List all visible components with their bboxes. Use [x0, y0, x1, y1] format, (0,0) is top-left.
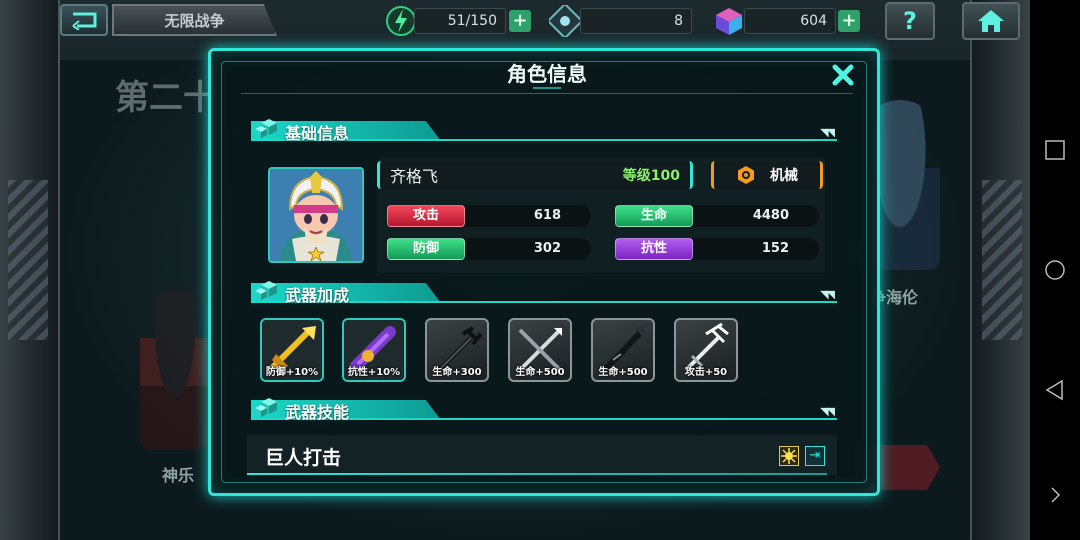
- help-button[interactable]: ?: [885, 2, 935, 40]
- stat-label: 攻击: [387, 205, 465, 227]
- back-triangle-icon[interactable]: [1044, 379, 1066, 401]
- home-icon: [978, 10, 1004, 32]
- close-button[interactable]: [828, 60, 858, 90]
- system-nav-bar: [1030, 0, 1080, 540]
- energy-icon: [384, 4, 418, 38]
- token-icon: [548, 4, 582, 38]
- weapon-bonus-header: 武器加成 ◥◥: [251, 281, 837, 305]
- back-arrow-icon: [72, 12, 97, 30]
- home-circle-icon[interactable]: [1044, 259, 1066, 281]
- weapon-slot-6[interactable]: 攻击+50: [674, 318, 738, 382]
- stat-label: 防御: [387, 238, 465, 260]
- character-info-dialog: 角色信息 基础信息 ◥◥ 齐格飞 等级100 机械 攻击 618 生命 4480…: [208, 48, 880, 496]
- weapon-slot-5[interactable]: 生命+500: [591, 318, 655, 382]
- weapon-slot-3[interactable]: 生命+300: [425, 318, 489, 382]
- weapon-bonus: 抗性+10%: [347, 367, 401, 378]
- basic-info-header: 基础信息 ◥◥: [251, 119, 837, 143]
- double-chevron-icon: ◥◥: [820, 288, 835, 301]
- weapon-bonus: 防御+10%: [265, 367, 319, 378]
- add-energy-button[interactable]: +: [509, 10, 531, 32]
- character-name: 齐格飞: [390, 167, 439, 186]
- weapon-bonus: 攻击+50: [684, 367, 728, 378]
- right-hazard-stripes: [982, 180, 1022, 340]
- token-counter: 8: [580, 8, 692, 34]
- stat-value: 618: [533, 208, 561, 223]
- stat-label: 抗性: [615, 238, 693, 260]
- stat-attack: 攻击 618: [387, 205, 591, 227]
- cube-stack-icon: [255, 281, 277, 300]
- stat-value: 4480: [752, 208, 789, 223]
- character-level: 等级100: [622, 168, 680, 184]
- weapon-bonus: 生命+500: [598, 367, 648, 378]
- weapon-bonus: 生命+500: [515, 367, 565, 378]
- back-button[interactable]: [60, 4, 108, 36]
- section-label: 基础信息: [285, 124, 350, 143]
- dialog-title: 角色信息: [507, 62, 587, 86]
- home-button[interactable]: [962, 2, 1020, 40]
- weapon-slot-2[interactable]: 抗性+10%: [342, 318, 406, 382]
- title-decoration: [533, 87, 561, 89]
- weapon-slot-4[interactable]: 生命+500: [508, 318, 572, 382]
- energy-counter: 51/150: [414, 8, 506, 34]
- section-label: 武器加成: [285, 286, 350, 305]
- skill-burst-icon[interactable]: [779, 446, 799, 466]
- stat-resistance: 抗性 152: [615, 238, 819, 260]
- skill-detail-arrow-icon[interactable]: ⇥: [805, 446, 825, 466]
- cube-stack-icon: [255, 119, 277, 138]
- close-icon: [832, 64, 854, 86]
- weapon-bonus: 生命+300: [432, 367, 482, 378]
- add-gems-button[interactable]: +: [838, 10, 860, 32]
- skill-row[interactable]: 巨人打击 ⇥: [247, 435, 837, 475]
- left-hazard-stripes: [8, 180, 48, 340]
- left-hero-name: 神乐: [162, 466, 195, 485]
- left-hero-figure[interactable]: [140, 290, 210, 450]
- stat-defense: 防御 302: [387, 238, 591, 260]
- character-name-bar: 齐格飞 等级100: [377, 161, 693, 189]
- gem-counter: 604: [744, 8, 836, 34]
- mode-tab[interactable]: 无限战争: [112, 4, 277, 36]
- stat-hp: 生命 4480: [615, 205, 819, 227]
- star-icon: [308, 247, 324, 261]
- gem-cube-icon: [712, 4, 746, 38]
- skill-underline: [247, 473, 827, 475]
- chevron-right-icon[interactable]: [1044, 484, 1066, 506]
- weapon-slot-1[interactable]: 防御+10%: [260, 318, 324, 382]
- skill-name: 巨人打击: [265, 447, 342, 469]
- weapon-skill-header: 武器技能 ◥◥: [251, 398, 837, 422]
- section-label: 武器技能: [285, 403, 350, 422]
- double-chevron-icon: ◥◥: [820, 405, 835, 418]
- stat-value: 302: [533, 241, 561, 256]
- character-type: 机械: [770, 168, 798, 184]
- character-type-badge[interactable]: 机械: [711, 161, 823, 189]
- title-divider: [241, 93, 853, 94]
- cube-stack-icon: [255, 398, 277, 417]
- character-portrait[interactable]: [268, 167, 364, 263]
- double-chevron-icon: ◥◥: [820, 126, 835, 139]
- stage-title: 第二十: [115, 78, 217, 118]
- mech-hexagon-icon: [738, 166, 754, 184]
- stat-label: 生命: [615, 205, 693, 227]
- top-bar: 无限战争 51/150 + 8 604 + ?: [0, 0, 1030, 44]
- stat-value: 152: [761, 241, 789, 256]
- recent-apps-icon[interactable]: [1044, 139, 1066, 161]
